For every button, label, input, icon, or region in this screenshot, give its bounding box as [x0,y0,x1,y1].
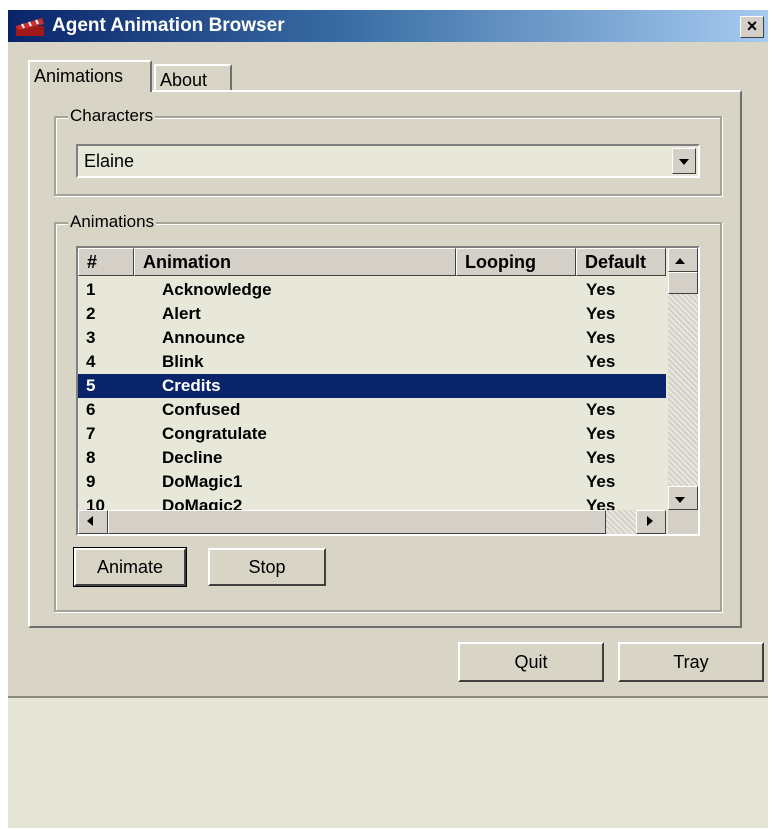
animations-legend: Animations [68,212,157,232]
row-number: 5 [86,376,96,395]
row-animation-name: Acknowledge [162,280,272,299]
row-animation-name: Alert [162,304,201,323]
scroll-right-button[interactable] [636,510,666,534]
title-bar[interactable]: Agent Animation Browser × [8,10,768,42]
scroll-down-button[interactable] [668,486,698,510]
row-default: Yes [586,472,616,491]
close-button[interactable]: × [740,16,764,38]
column-header-default[interactable]: Default [576,248,666,276]
row-number: 4 [86,352,96,371]
close-icon: × [746,16,758,36]
list-item[interactable]: 6 Confused Yes [78,398,666,422]
row-default: Yes [586,280,616,299]
window-title: Agent Animation Browser [52,15,285,36]
row-number: 8 [86,448,96,467]
column-header-looping[interactable]: Looping [456,248,576,276]
stop-button[interactable]: Stop [208,548,326,586]
row-number: 9 [86,472,96,491]
clapperboard-icon [16,18,44,36]
row-default: Yes [586,400,616,419]
list-item[interactable]: 3 Announce Yes [78,326,666,350]
arrow-right-icon [647,516,653,526]
row-number: 6 [86,400,96,419]
row-animation-name: Announce [162,328,246,347]
row-number: 3 [86,328,96,347]
column-header-animation[interactable]: Animation [134,248,456,276]
list-header: # Animation Looping Default [78,248,666,278]
row-number: 7 [86,424,96,443]
row-number: 2 [86,304,96,323]
row-default: Yes [586,448,616,467]
character-dropdown-button[interactable] [672,148,696,174]
list-item[interactable]: 8 Decline Yes [78,446,666,470]
list-item[interactable]: 2 Alert Yes [78,302,666,326]
tab-about[interactable]: About [154,64,232,92]
horizontal-scroll-thumb[interactable] [108,510,606,534]
row-animation-name: Congratulate [162,424,267,443]
list-item[interactable]: 4 Blink Yes [78,350,666,374]
scrollbar-corner [668,510,698,534]
chevron-down-icon [679,159,689,165]
arrow-left-icon [87,516,93,526]
animations-list[interactable]: # Animation Looping Default 1 Acknowledge… [76,246,700,536]
character-select-value: Elaine [84,151,135,171]
row-default: Yes [586,424,616,443]
animate-button[interactable]: Animate [73,547,187,587]
row-default: Yes [586,352,616,371]
arrow-up-icon [675,258,685,264]
list-item[interactable]: 7 Congratulate Yes [78,422,666,446]
row-animation-name: Confused [162,400,241,419]
list-item[interactable]: 1 Acknowledge Yes [78,278,666,302]
screenshot-frame: Agent Animation Browser × Animations Abo… [8,10,768,828]
horizontal-scrollbar[interactable] [78,510,666,534]
tab-about-label: About [160,70,208,90]
row-default: Yes [586,304,616,323]
animations-group: Animations # Animation Looping Default 1… [54,212,722,612]
tab-animations-label: Animations [34,66,124,86]
characters-legend: Characters [68,106,156,126]
scroll-left-button[interactable] [78,510,108,534]
tray-button[interactable]: Tray [618,642,764,682]
animations-tab-panel: Characters Elaine Animations # Animation… [28,90,742,628]
scroll-up-button[interactable] [668,248,698,272]
quit-button[interactable]: Quit [458,642,604,682]
characters-group: Characters Elaine [54,106,722,196]
column-header-number[interactable]: # [78,248,134,276]
list-item[interactable]: 5 Credits [78,374,666,398]
arrow-down-icon [675,497,685,503]
row-number: 1 [86,280,96,299]
agent-animation-browser-window: Agent Animation Browser × Animations Abo… [8,10,768,698]
row-animation-name: Credits [162,376,221,395]
vertical-scroll-thumb[interactable] [668,272,698,294]
tab-animations[interactable]: Animations [28,60,152,92]
row-animation-name: DoMagic1 [162,472,243,491]
character-select[interactable]: Elaine [76,144,700,178]
row-animation-name: Blink [162,352,204,371]
list-item[interactable]: 9 DoMagic1 Yes [78,470,666,494]
vertical-scrollbar[interactable] [668,248,698,510]
row-default: Yes [586,328,616,347]
row-animation-name: Decline [162,448,223,467]
